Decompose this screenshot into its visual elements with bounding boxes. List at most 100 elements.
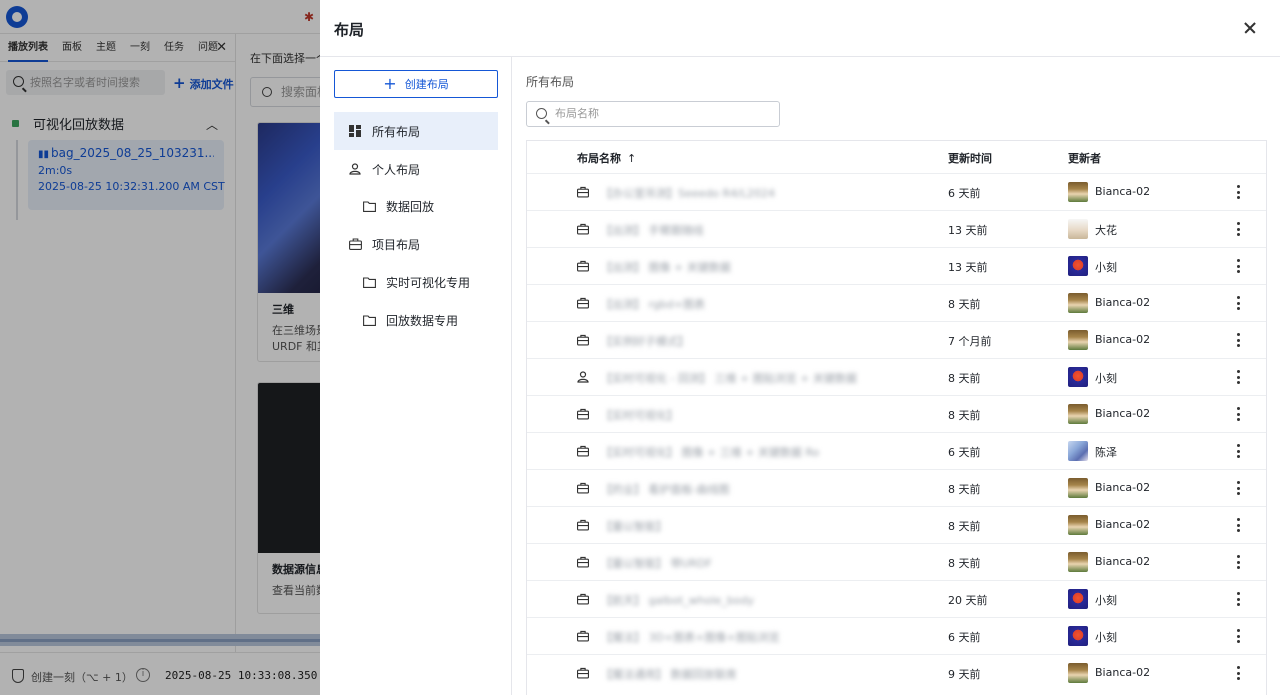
more-vertical-icon[interactable] (1231, 664, 1245, 682)
layout-name[interactable]: 【量以智能】 带URDF (601, 555, 712, 571)
table-row[interactable]: 【办公室吊测】Seeedo R4/L2024 6 天前 Bianca-02 (527, 173, 1266, 210)
sidebar-item-all-layouts[interactable]: 所有布局 (334, 112, 498, 150)
layout-name[interactable]: 【办公室吊测】Seeedo R4/L2024 (601, 185, 775, 201)
section-title: 所有布局 (526, 75, 575, 89)
briefcase-icon (577, 186, 590, 198)
drawer-header: 布局 (320, 0, 1280, 57)
layout-search-input[interactable]: 布局名称 (526, 101, 780, 127)
table-row[interactable]: 【魔法】 3D+图表+图像+图贴浏览 6 天前 小刻 (527, 617, 1266, 654)
table-row[interactable]: 【实时可视化】 8 天前 Bianca-02 (527, 395, 1266, 432)
updated-time: 8 天前 (948, 520, 981, 533)
more-vertical-icon[interactable] (1231, 553, 1245, 571)
updated-time: 7 个月前 (948, 335, 992, 348)
more-vertical-icon[interactable] (1231, 627, 1245, 645)
updated-time: 8 天前 (948, 409, 981, 422)
updater-name: Bianca-02 (1095, 296, 1151, 309)
sidebar-item-label: 项目布局 (372, 237, 421, 252)
briefcase-icon (577, 630, 590, 642)
table-row[interactable]: 【的业】 看护面板-曲线图 8 天前 Bianca-02 (527, 469, 1266, 506)
updater-name: Bianca-02 (1095, 333, 1151, 346)
updater-name: Bianca-02 (1095, 185, 1151, 198)
sidebar-item-label: 个人布局 (372, 162, 421, 177)
avatar (1068, 404, 1088, 424)
more-vertical-icon[interactable] (1231, 294, 1245, 312)
more-vertical-icon[interactable] (1231, 479, 1245, 497)
folder-icon (362, 313, 376, 327)
briefcase-icon (577, 482, 590, 494)
updated-time: 9 天前 (948, 668, 981, 681)
create-layout-button[interactable]: + 创建布局 (334, 70, 498, 98)
sidebar-item-data-playback[interactable]: 数据回放 (334, 187, 498, 225)
folder-icon (362, 199, 376, 213)
layout-name[interactable]: 【出测】 图像 + 关键数据 (601, 259, 731, 275)
table-row[interactable]: 【实时可视化】 图像 + 三维 + 关键数据 Ro 6 天前 陈泽 (527, 432, 1266, 469)
updated-time: 8 天前 (948, 557, 981, 570)
briefcase-icon (577, 593, 590, 605)
sidebar-item-realtime[interactable]: 实时可视化专用 (334, 263, 498, 301)
table-body: 【办公室吊测】Seeedo R4/L2024 6 天前 Bianca-02 【出测】 … (527, 173, 1266, 691)
table-row[interactable]: 【量以智能】 带URDF 8 天前 Bianca-02 (527, 543, 1266, 580)
layout-name[interactable]: 【实时可视化 - 回测】 三维 + 图贴浏览 + 关键数据 (601, 370, 857, 386)
table-row[interactable]: 【航天】 galbot_whole_body 20 天前 小刻 (527, 580, 1266, 617)
updated-time: 6 天前 (948, 446, 981, 459)
modal-overlay[interactable] (0, 0, 320, 695)
table-row[interactable]: 【实例好子模式】 7 个月前 Bianca-02 (527, 321, 1266, 358)
column-header-time[interactable]: 更新时间 (948, 150, 992, 166)
avatar (1068, 515, 1088, 535)
sidebar-item-playback-data[interactable]: 回放数据专用 (334, 301, 498, 339)
table-row[interactable]: 【量以智能】 8 天前 Bianca-02 (527, 506, 1266, 543)
layout-name[interactable]: 【魔法】 3D+图表+图像+图贴浏览 (601, 629, 780, 645)
more-vertical-icon[interactable] (1231, 442, 1245, 460)
briefcase-icon (577, 223, 590, 235)
layout-name[interactable]: 【实例好子模式】 (601, 333, 689, 349)
more-vertical-icon[interactable] (1231, 183, 1245, 201)
sidebar-item-label: 实时可视化专用 (386, 275, 471, 290)
updater-name: Bianca-02 (1095, 407, 1151, 420)
layout-name[interactable]: 【航天】 galbot_whole_body (601, 592, 754, 608)
more-vertical-icon[interactable] (1231, 331, 1245, 349)
layout-content: 所有布局 布局名称 布局名称 ↑ 更新时间 更新者 【办公室吊测】Seeedo R… (512, 57, 1280, 695)
search-icon (536, 108, 547, 119)
more-vertical-icon[interactable] (1231, 405, 1245, 423)
table-row[interactable]: 【魔法通用】 数据回放联席 9 天前 Bianca-02 (527, 654, 1266, 691)
updated-time: 6 天前 (948, 187, 981, 200)
avatar (1068, 663, 1088, 683)
avatar (1068, 182, 1088, 202)
more-vertical-icon[interactable] (1231, 257, 1245, 275)
layout-name[interactable]: 【出测】 rgbd+图表 (601, 296, 705, 312)
sidebar-item-label: 所有布局 (372, 124, 421, 139)
updater-name: 陈泽 (1095, 446, 1117, 459)
more-vertical-icon[interactable] (1231, 516, 1245, 534)
table-row[interactable]: 【出测】 手臂跟随线 13 天前 大花 (527, 210, 1266, 247)
updater-name: Bianca-02 (1095, 555, 1151, 568)
layout-name[interactable]: 【的业】 看护面板-曲线图 (601, 481, 729, 497)
close-icon[interactable] (1240, 18, 1260, 38)
layout-name[interactable]: 【实时可视化】 图像 + 三维 + 关键数据 Ro (601, 444, 819, 460)
column-header-name[interactable]: 布局名称 ↑ (577, 150, 636, 166)
sidebar-item-personal[interactable]: 个人布局 (334, 150, 498, 188)
avatar (1068, 256, 1088, 276)
table-row[interactable]: 【实时可视化 - 回测】 三维 + 图贴浏览 + 关键数据 8 天前 小刻 (527, 358, 1266, 395)
sort-arrow-icon[interactable]: ↑ (627, 152, 636, 165)
layout-name[interactable]: 【实时可视化】 (601, 407, 678, 423)
briefcase-icon (577, 556, 590, 568)
updated-time: 13 天前 (948, 224, 988, 237)
briefcase-icon (577, 297, 590, 309)
table-row[interactable]: 【出测】 图像 + 关键数据 13 天前 小刻 (527, 247, 1266, 284)
column-header-user[interactable]: 更新者 (1068, 150, 1101, 166)
create-layout-label: 创建布局 (404, 78, 449, 91)
layout-name[interactable]: 【量以智能】 (601, 518, 667, 534)
more-vertical-icon[interactable] (1231, 220, 1245, 238)
layout-name[interactable]: 【出测】 手臂跟随线 (601, 222, 704, 238)
sidebar-item-label: 数据回放 (386, 199, 435, 214)
updater-name: Bianca-02 (1095, 666, 1151, 679)
more-vertical-icon[interactable] (1231, 368, 1245, 386)
avatar (1068, 219, 1088, 239)
more-vertical-icon[interactable] (1231, 590, 1245, 608)
updater-name: 小刻 (1095, 261, 1117, 274)
briefcase-icon (577, 408, 590, 420)
avatar (1068, 441, 1088, 461)
table-row[interactable]: 【出测】 rgbd+图表 8 天前 Bianca-02 (527, 284, 1266, 321)
layout-name[interactable]: 【魔法通用】 数据回放联席 (601, 666, 737, 682)
sidebar-item-project[interactable]: 项目布局 (334, 225, 498, 263)
